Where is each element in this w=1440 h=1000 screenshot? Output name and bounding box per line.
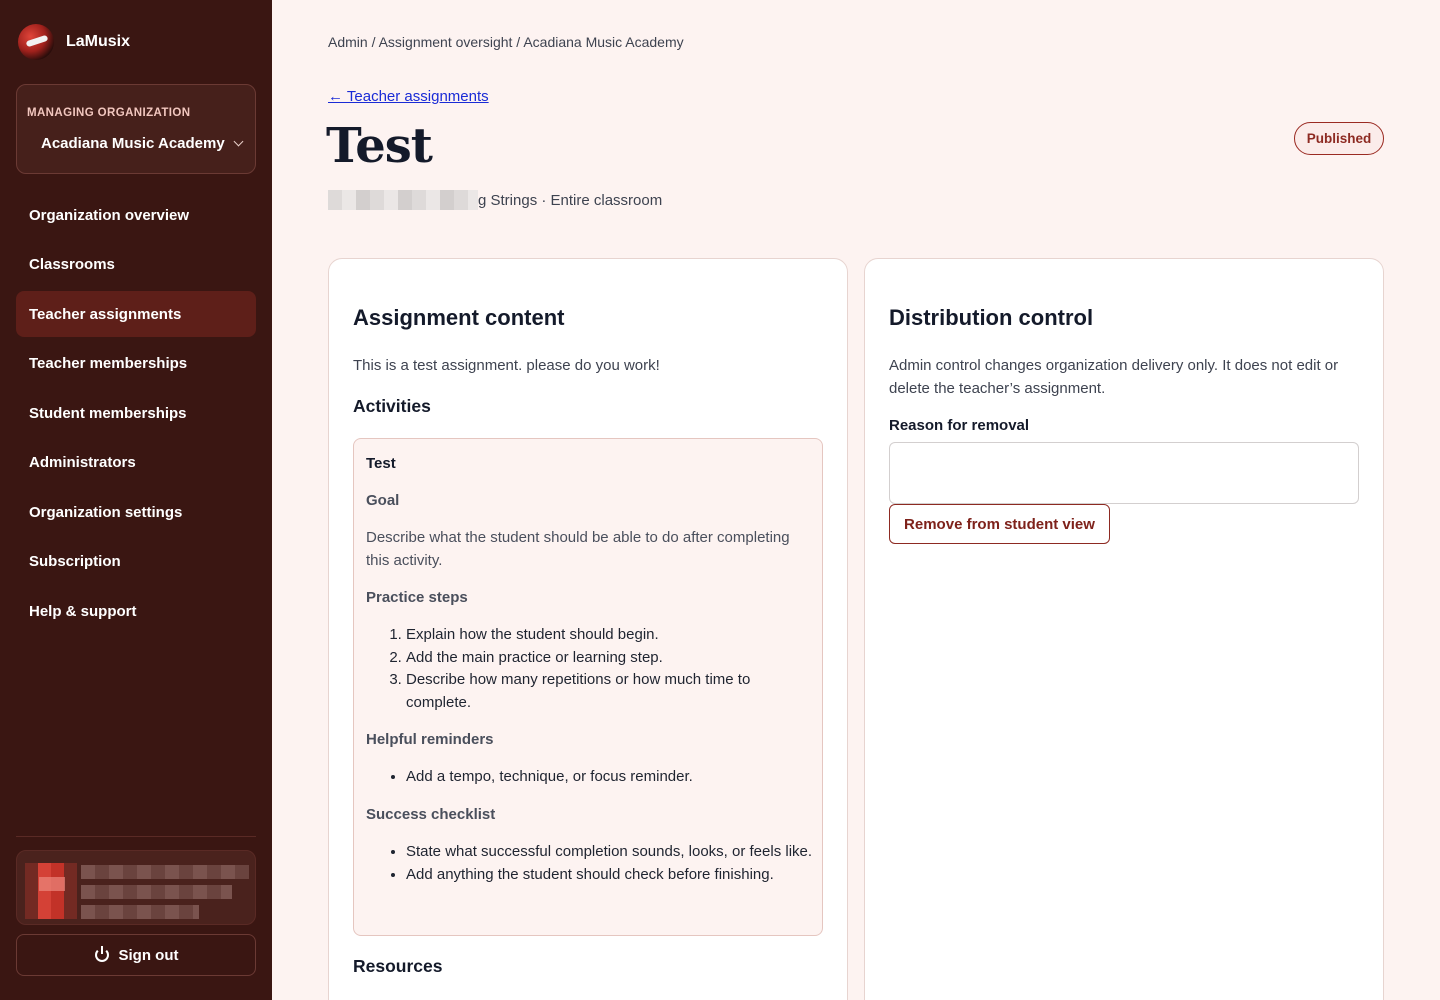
success-checklist-heading: Success checklist (366, 806, 496, 823)
list-item: State what successful completion sounds,… (406, 841, 816, 864)
distribution-description: Admin control changes organization deliv… (889, 357, 1339, 397)
sidebar: LaMusix MANAGING ORGANIZATION Acadiana M… (0, 0, 272, 1000)
reminders-list: Add a tempo, technique, or focus reminde… (406, 766, 816, 789)
practice-steps-list: Explain how the student should begin. Ad… (406, 624, 816, 714)
sidebar-item-organization-settings[interactable]: Organization settings (16, 489, 256, 535)
remove-from-student-view-button[interactable]: Remove from student view (889, 504, 1110, 544)
sidebar-item-classrooms[interactable]: Classrooms (16, 242, 256, 288)
back-to-teacher-assignments-link[interactable]: ← Teacher assignments (328, 88, 489, 105)
reason-for-removal-label: Reason for removal (889, 417, 1030, 434)
sidebar-item-label: Help & support (29, 602, 137, 620)
sidebar-item-label: Subscription (29, 553, 121, 570)
activity-card: Test Goal Describe what the student shou… (353, 438, 823, 936)
breadcrumb: Admin / Assignment oversight / Acadiana … (328, 34, 684, 50)
sidebar-item-label: Organization settings (29, 503, 183, 521)
app-name: LaMusix (66, 33, 131, 50)
assignment-description: This is a test assignment. please do you… (353, 357, 660, 374)
sidebar-divider (16, 836, 256, 837)
organization-switcher[interactable]: MANAGING ORGANIZATION Acadiana Music Aca… (16, 84, 256, 174)
subtitle-text: g Strings · Entire classroom (478, 191, 663, 209)
distribution-control-heading: Distribution control (889, 305, 1094, 330)
org-name: Acadiana Music Academy (41, 135, 225, 152)
activity-title: Test (366, 455, 396, 472)
sidebar-item-help-support[interactable]: Help & support (16, 588, 256, 634)
lamusix-logo-icon (18, 24, 54, 60)
sidebar-item-label: Teacher memberships (29, 355, 188, 372)
sidebar-item-subscription[interactable]: Subscription (16, 539, 256, 585)
sidebar-item-administrators[interactable]: Administrators (16, 440, 256, 486)
sidebar-item-label: Student memberships (29, 404, 187, 422)
sidebar-item-organization-overview[interactable]: Organization overview (16, 192, 256, 238)
checklist-list: State what successful completion sounds,… (406, 841, 816, 886)
status-badge: Published (1294, 122, 1384, 155)
assignment-subtitle: g Strings · Entire classroom (328, 190, 662, 210)
activities-heading: Activities (353, 396, 431, 416)
sign-out-label: Sign out (118, 946, 179, 964)
helpful-reminders-heading: Helpful reminders (366, 731, 494, 748)
sign-out-button[interactable]: Sign out (16, 934, 256, 976)
sidebar-item-label: Administrators (29, 454, 136, 471)
user-card[interactable] (16, 850, 256, 925)
brand[interactable]: LaMusix (18, 24, 130, 60)
sidebar-item-teacher-assignments[interactable]: Teacher assignments (16, 291, 256, 337)
resources-heading: Resources (353, 956, 443, 976)
assignment-content-card: Assignment content This is a test assign… (328, 258, 848, 1000)
sidebar-item-label: Teacher assignments (29, 305, 182, 323)
list-item: Add the main practice or learning step. (406, 647, 816, 670)
sidebar-item-student-memberships[interactable]: Student memberships (16, 390, 256, 436)
assignment-content-heading: Assignment content (353, 305, 565, 330)
list-item: Add a tempo, technique, or focus reminde… (406, 766, 816, 789)
distribution-control-card: Distribution control Admin control chang… (864, 258, 1384, 1000)
sidebar-nav: Organization overview Classrooms Teacher… (16, 192, 256, 638)
org-label: MANAGING ORGANIZATION (27, 107, 191, 119)
redacted-user-info (81, 865, 249, 919)
sidebar-item-label: Organization overview (29, 206, 190, 224)
list-item: Describe how many repetitions or how muc… (406, 669, 816, 714)
sidebar-item-teacher-memberships[interactable]: Teacher memberships (16, 341, 256, 387)
goal-heading: Goal (366, 492, 400, 509)
list-item: Explain how the student should begin. (406, 624, 816, 647)
practice-steps-heading: Practice steps (366, 589, 468, 606)
sidebar-item-label: Classrooms (29, 256, 115, 273)
reason-for-removal-input[interactable] (889, 442, 1359, 504)
power-icon (94, 946, 110, 963)
redacted-text (328, 190, 478, 210)
org-select[interactable]: Acadiana Music Academy (41, 135, 244, 152)
goal-text: Describe what the student should be able… (366, 529, 790, 569)
avatar (25, 863, 77, 919)
list-item: Add anything the student should check be… (406, 864, 816, 887)
page-title: Test (326, 118, 433, 174)
chevron-down-icon (233, 136, 244, 147)
